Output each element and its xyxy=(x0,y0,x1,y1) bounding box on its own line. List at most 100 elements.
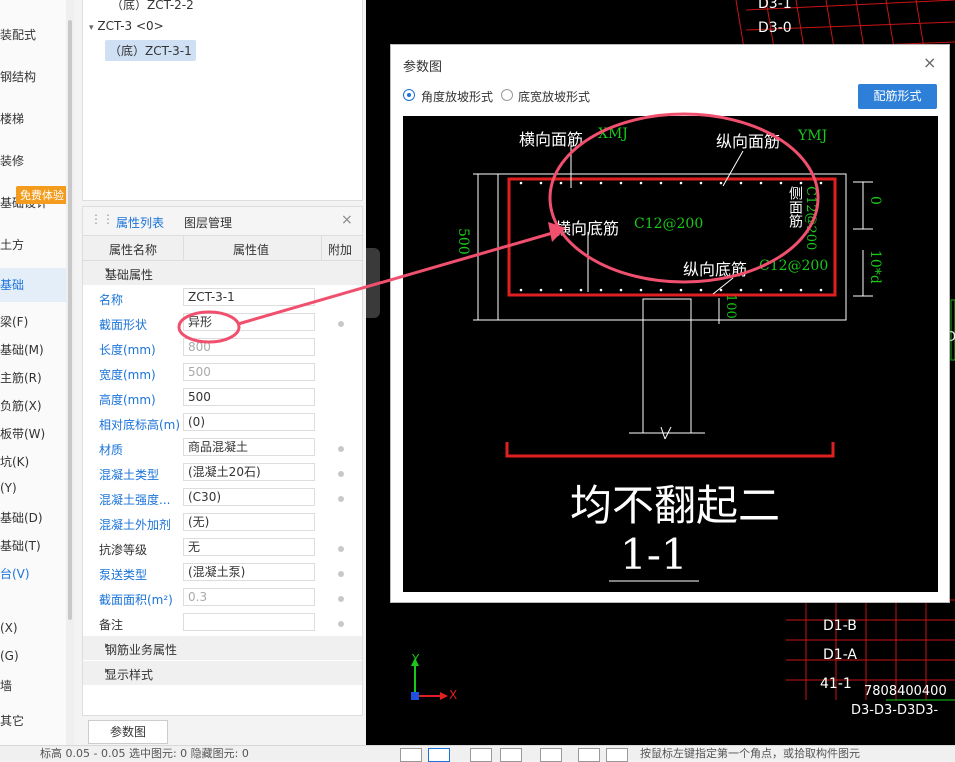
attr-value-input[interactable]: 异形 xyxy=(183,313,315,331)
close-icon[interactable]: × xyxy=(341,212,353,228)
attr-name: 混凝土外加剂 xyxy=(99,518,172,532)
label-side: 侧面筋 xyxy=(787,186,803,228)
attr-name: 高度(mm) xyxy=(99,393,156,407)
nav-item-base-m[interactable]: 基础(M) xyxy=(0,341,44,358)
attr-name: 混凝土类型 xyxy=(99,468,160,482)
extra-checkbox[interactable] xyxy=(338,446,344,452)
tree-item-zct-3-1[interactable]: （底）ZCT-3-1 xyxy=(105,40,196,61)
nav-item-earthwork[interactable]: 土方 xyxy=(0,236,24,253)
left-nav: 装配式 钢结构 楼梯 装修 基础设计 土方 基础 梁(F) 基础(M) 主筋(R… xyxy=(0,0,67,745)
nav-item-stairs[interactable]: 楼梯 xyxy=(0,110,24,127)
nav-item-x[interactable]: (X) xyxy=(0,621,18,635)
group-display-style[interactable]: ▸ 显示样式 xyxy=(83,661,362,685)
group-basic-attrs[interactable]: ▾ 基础属性 xyxy=(83,261,362,285)
attr-name: 宽度(mm) xyxy=(99,368,156,382)
extra-checkbox[interactable] xyxy=(338,546,344,552)
cad-label: D3-D3-D3D3- xyxy=(851,703,939,718)
collapse-panel-handle[interactable] xyxy=(366,248,380,318)
attr-value-input[interactable]: (混凝土泵) xyxy=(183,563,315,581)
section-drawing: 横向面筋 XMJ 纵向面筋 YMJ 横向底筋 C12@200 纵向底筋 C12@… xyxy=(403,116,938,592)
nav-item-steel[interactable]: 钢结构 xyxy=(0,68,36,85)
nav-item-slab-band[interactable]: 板带(W) xyxy=(0,425,45,442)
cad-label: D3-0 xyxy=(758,20,792,36)
attr-value-input[interactable]: (C30) xyxy=(183,488,315,506)
tab-property-list[interactable]: 属性列表 xyxy=(109,214,171,238)
attr-value-input[interactable]: 800 xyxy=(183,338,315,356)
radio-width-slope-label[interactable]: 底宽放坡形式 xyxy=(518,88,590,105)
nav-item-pedestal[interactable]: 台(V) xyxy=(0,565,30,582)
nav-item-beam[interactable]: 梁(F) xyxy=(0,313,28,330)
radio-angle-slope-label[interactable]: 角度放坡形式 xyxy=(421,88,493,105)
extra-checkbox[interactable] xyxy=(338,571,344,577)
code-ymj: YMJ xyxy=(798,128,828,144)
tree-group-zct-3[interactable]: ▾ ZCT-3 <0> xyxy=(89,19,164,33)
label-xmj: 横向面筋 xyxy=(519,130,584,149)
group-label: 钢筋业务属性 xyxy=(105,643,178,657)
nav-item-foundation[interactable]: 基础 xyxy=(0,268,66,302)
table-row: 相对底标高(m) (0) xyxy=(83,411,362,436)
close-icon[interactable]: × xyxy=(923,53,936,72)
free-trial-badge[interactable]: 免费体验 xyxy=(16,186,68,204)
attr-value-input[interactable]: 商品混凝土 xyxy=(183,438,315,456)
cad-label: 7808400400 xyxy=(864,684,947,699)
cad-label: D1-A xyxy=(823,647,858,663)
nav-item-base-d[interactable]: 基础(D) xyxy=(0,509,43,526)
label-xdj: 横向底筋 xyxy=(555,219,620,238)
nav-item-neg-rebar[interactable]: 负筋(X) xyxy=(0,397,42,414)
collapse-icon[interactable]: ▾ xyxy=(89,23,94,33)
nav-item-g[interactable]: (G) xyxy=(0,649,19,663)
nav-item-pit[interactable]: 坑(K) xyxy=(0,453,29,470)
label-ymj: 纵向面筋 xyxy=(716,132,781,151)
attr-value-input[interactable]: 无 xyxy=(183,538,315,556)
attr-value-input[interactable] xyxy=(183,613,315,631)
tree-group-label: ZCT-3 <0> xyxy=(97,19,164,33)
dialog-title: 参数图 xyxy=(403,60,443,75)
attr-name: 混凝土强度... xyxy=(99,493,171,507)
table-row: 截面面积(m²) 0.3 xyxy=(83,586,362,611)
rebar-form-button[interactable]: 配筋形式 xyxy=(858,84,937,109)
attr-name: 截面面积(m²) xyxy=(99,593,173,607)
attr-name: 泵送类型 xyxy=(99,568,148,582)
nav-item-decor[interactable]: 装修 xyxy=(0,152,24,169)
note-text: 均不翻起二 xyxy=(570,481,781,530)
nav-item-base-t[interactable]: 基础(T) xyxy=(0,537,41,554)
tree-item-zct-2-2[interactable]: （底）ZCT-2-2 xyxy=(111,0,194,13)
table-row: 名称 ZCT-3-1 xyxy=(83,286,362,311)
attr-name: 材质 xyxy=(99,443,124,457)
attr-value-input[interactable]: 500 xyxy=(183,388,315,406)
attr-value-input[interactable]: 500 xyxy=(183,363,315,381)
header-attr-name: 属性名称 xyxy=(109,243,158,257)
code-xmj: XMJ xyxy=(598,126,628,142)
header-attr-value: 属性值 xyxy=(233,243,270,257)
nav-item-y[interactable]: (Y) xyxy=(0,481,17,495)
tab-layer-management[interactable]: 图层管理 xyxy=(184,214,232,231)
nav-item-mold[interactable]: 墙 xyxy=(0,677,12,694)
extra-checkbox[interactable] xyxy=(338,596,344,602)
drag-handle-icon[interactable]: ⋮⋮ xyxy=(90,212,114,226)
extra-checkbox[interactable] xyxy=(338,321,344,327)
table-row: 截面形状 异形 xyxy=(83,311,362,336)
property-table-header: 属性名称 属性值 附加 xyxy=(83,236,362,261)
param-diagram-button[interactable]: 参数图 xyxy=(88,720,168,744)
radio-width-slope[interactable] xyxy=(501,89,513,101)
attr-value-input[interactable]: (0) xyxy=(183,413,315,431)
status-text: 标高 0.05 - 0.05 选中图元: 0 隐藏图元: 0 xyxy=(40,747,249,760)
dim-right-top: 0 xyxy=(867,196,883,205)
radio-angle-slope[interactable] xyxy=(403,89,415,101)
table-row: 混凝土外加剂 (无) xyxy=(83,511,362,536)
extra-checkbox[interactable] xyxy=(338,621,344,627)
nav-item-prefab[interactable]: 装配式 xyxy=(0,26,36,43)
nav-item-other[interactable]: 其它 xyxy=(0,712,24,729)
attr-value-input[interactable]: ZCT-3-1 xyxy=(183,288,315,306)
table-row: 宽度(mm) 500 xyxy=(83,361,362,386)
group-rebar-attrs[interactable]: ▸ 钢筋业务属性 xyxy=(83,636,362,660)
extra-checkbox[interactable] xyxy=(338,496,344,502)
attr-value-input[interactable]: 0.3 xyxy=(183,588,315,606)
left-scrollbar-thumb[interactable] xyxy=(68,20,72,620)
table-row: 长度(mm) 800 xyxy=(83,336,362,361)
table-row: 泵送类型 (混凝土泵) xyxy=(83,561,362,586)
extra-checkbox[interactable] xyxy=(338,471,344,477)
attr-value-input[interactable]: (混凝土20石) xyxy=(183,463,315,481)
nav-item-main-rebar[interactable]: 主筋(R) xyxy=(0,369,42,386)
attr-value-input[interactable]: (无) xyxy=(183,513,315,531)
